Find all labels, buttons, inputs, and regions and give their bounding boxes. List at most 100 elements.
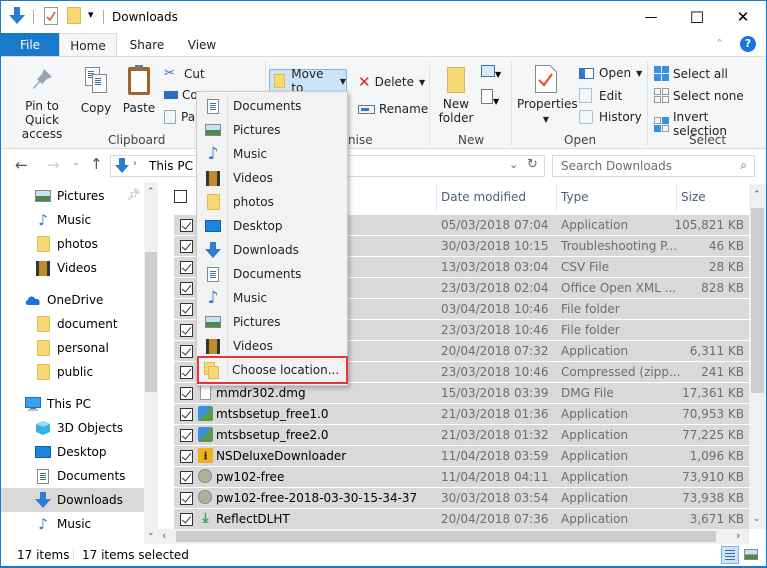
scroll-up-arrow[interactable]: ⌃: [753, 190, 761, 200]
tab-share[interactable]: Share: [119, 33, 175, 57]
sidebar-item-downloads[interactable]: Downloads: [1, 488, 144, 512]
row-checkbox[interactable]: [180, 513, 193, 526]
sidebar-item-music-2[interactable]: ♪ Music: [1, 512, 144, 536]
select-none-button[interactable]: Select none: [654, 88, 744, 103]
up-button[interactable]: ↑: [90, 155, 103, 173]
large-icons-view-button[interactable]: [744, 549, 758, 560]
row-checkbox[interactable]: [180, 240, 193, 253]
sidebar-item-videos[interactable]: Videos: [1, 256, 144, 280]
row-checkbox[interactable]: [180, 387, 193, 400]
properties-quick-icon[interactable]: [44, 7, 58, 25]
copy-path-button[interactable]: Co: [164, 88, 198, 102]
delete-button[interactable]: ✕ Delete ▼: [358, 73, 425, 91]
column-header-size[interactable]: Size: [681, 184, 706, 210]
file-row[interactable]: ⤓ ReflectDLHT 20/04/2018 07:36 Application 3…: [174, 509, 749, 530]
menu-item-choose-location[interactable]: Choose location...: [197, 356, 348, 384]
menu-item-documents[interactable]: Documents: [199, 262, 345, 286]
copy-button[interactable]: Copy: [79, 67, 113, 115]
row-checkbox[interactable]: [180, 324, 193, 337]
row-checkbox[interactable]: [180, 219, 193, 232]
row-checkbox[interactable]: [180, 261, 193, 274]
pin-icon[interactable]: 📌︎: [127, 188, 141, 201]
scroll-down-arrow[interactable]: ⌄: [753, 514, 761, 524]
sidebar-item-pictures[interactable]: Pictures 📌︎: [1, 184, 144, 208]
scrollbar-thumb[interactable]: [751, 208, 764, 393]
row-checkbox[interactable]: [180, 450, 193, 463]
scroll-up-arrow[interactable]: ⌃: [147, 187, 155, 197]
sidebar-item-documents[interactable]: Documents: [1, 464, 144, 488]
sidebar-item-document[interactable]: document: [1, 312, 144, 336]
row-checkbox[interactable]: [180, 471, 193, 484]
row-checkbox[interactable]: [180, 408, 193, 421]
properties-button[interactable]: Properties ▼: [517, 65, 578, 127]
details-view-button[interactable]: [721, 546, 739, 564]
menu-item-pictures[interactable]: Pictures: [199, 310, 345, 334]
file-row[interactable]: mmdr302.dmg 15/03/2018 03:39 DMG File 17,36…: [174, 383, 749, 404]
forward-button[interactable]: →: [47, 156, 60, 174]
scrollbar-thumb[interactable]: [145, 252, 157, 392]
menu-item-music[interactable]: ♪ Music: [199, 142, 345, 166]
collapse-ribbon-icon[interactable]: ⌃: [715, 37, 724, 50]
scroll-down-arrow[interactable]: ⌄: [147, 528, 155, 538]
pin-to-quick-access-button[interactable]: Pin to Quick access: [7, 67, 77, 141]
help-icon[interactable]: ?: [740, 36, 756, 52]
row-checkbox[interactable]: [180, 303, 193, 316]
open-button[interactable]: Open ▼: [579, 66, 642, 80]
menu-item-videos[interactable]: Videos: [199, 166, 345, 190]
minimize-button[interactable]: —: [628, 1, 674, 33]
search-input[interactable]: Search Downloads ⌕: [552, 155, 755, 177]
address-dropdown-icon[interactable]: ⌄: [509, 158, 518, 171]
select-all-button[interactable]: Select all: [654, 66, 728, 81]
move-to-button[interactable]: Move to ▼: [269, 67, 347, 95]
close-button[interactable]: ✕: [720, 1, 766, 33]
row-checkbox[interactable]: [180, 366, 193, 379]
refresh-icon[interactable]: ↻: [527, 157, 538, 172]
column-header-date[interactable]: Date modified: [441, 184, 526, 210]
tab-home[interactable]: Home: [59, 33, 117, 57]
sidebar-item-personal[interactable]: personal: [1, 336, 144, 360]
new-folder-quick-icon[interactable]: [67, 7, 81, 24]
navigation-pane-scrollbar[interactable]: ⌃ ⌄: [144, 182, 158, 544]
easy-access-button[interactable]: ▼: [481, 89, 499, 106]
sidebar-item-desktop[interactable]: Desktop: [1, 440, 144, 464]
file-list-scrollbar[interactable]: ⌃ ⌄: [749, 184, 766, 529]
sidebar-item-public[interactable]: public: [1, 360, 144, 384]
menu-item-downloads[interactable]: Downloads: [199, 238, 345, 262]
row-checkbox[interactable]: [180, 345, 193, 358]
recent-locations-button[interactable]: ⌄: [72, 158, 80, 168]
new-folder-button[interactable]: New folder: [437, 67, 475, 125]
menu-item-pictures[interactable]: Pictures: [199, 118, 345, 142]
menu-item-music[interactable]: ♪ Music: [199, 286, 345, 310]
sidebar-item-photos[interactable]: photos: [1, 232, 144, 256]
sidebar-item-this-pc[interactable]: This PC: [1, 392, 144, 416]
breadcrumb-this-pc[interactable]: This PC: [149, 159, 193, 173]
file-row[interactable]: ⭳ NSDeluxeDownloader 11/04/2018 03:59 Appli…: [174, 446, 749, 467]
sidebar-item-3d-objects[interactable]: 3D Objects: [1, 416, 144, 440]
rename-button[interactable]: Rename: [358, 102, 428, 116]
customize-toolbar-dropdown[interactable]: ▾: [88, 8, 94, 21]
menu-item-photos[interactable]: photos: [199, 190, 345, 214]
paste-button[interactable]: Paste: [121, 65, 157, 115]
file-row[interactable]: pw102-free 11/04/2018 04:11 Application 73,…: [174, 467, 749, 488]
row-checkbox[interactable]: [180, 429, 193, 442]
tab-view[interactable]: View: [177, 33, 227, 57]
row-checkbox[interactable]: [180, 282, 193, 295]
sidebar-item-music[interactable]: ♪ Music: [1, 208, 144, 232]
scroll-left-arrow[interactable]: ‹: [162, 529, 166, 542]
scroll-right-arrow[interactable]: ›: [736, 529, 740, 542]
file-row[interactable]: pw102-free-2018-03-30-15-34-37 30/03/2018…: [174, 488, 749, 509]
tab-file[interactable]: File: [1, 33, 59, 57]
cut-button[interactable]: ✂ Cut: [164, 66, 205, 81]
menu-item-desktop[interactable]: Desktop: [199, 214, 345, 238]
row-checkbox[interactable]: [180, 492, 193, 505]
file-row[interactable]: mtsbsetup_free2.0 21/03/2018 01:32 Applica…: [174, 425, 749, 446]
scrollbar-thumb[interactable]: [176, 531, 716, 542]
file-row[interactable]: mtsbsetup_free1.0 21/03/2018 01:36 Applica…: [174, 404, 749, 425]
select-all-checkbox[interactable]: [174, 190, 187, 203]
history-button[interactable]: History: [579, 110, 642, 124]
menu-item-documents[interactable]: Documents: [199, 94, 345, 118]
sidebar-item-onedrive[interactable]: OneDrive: [1, 288, 144, 312]
column-header-type[interactable]: Type: [561, 184, 589, 210]
paste-shortcut-button[interactable]: Pa: [164, 110, 195, 124]
new-item-button[interactable]: ▼: [481, 65, 501, 79]
